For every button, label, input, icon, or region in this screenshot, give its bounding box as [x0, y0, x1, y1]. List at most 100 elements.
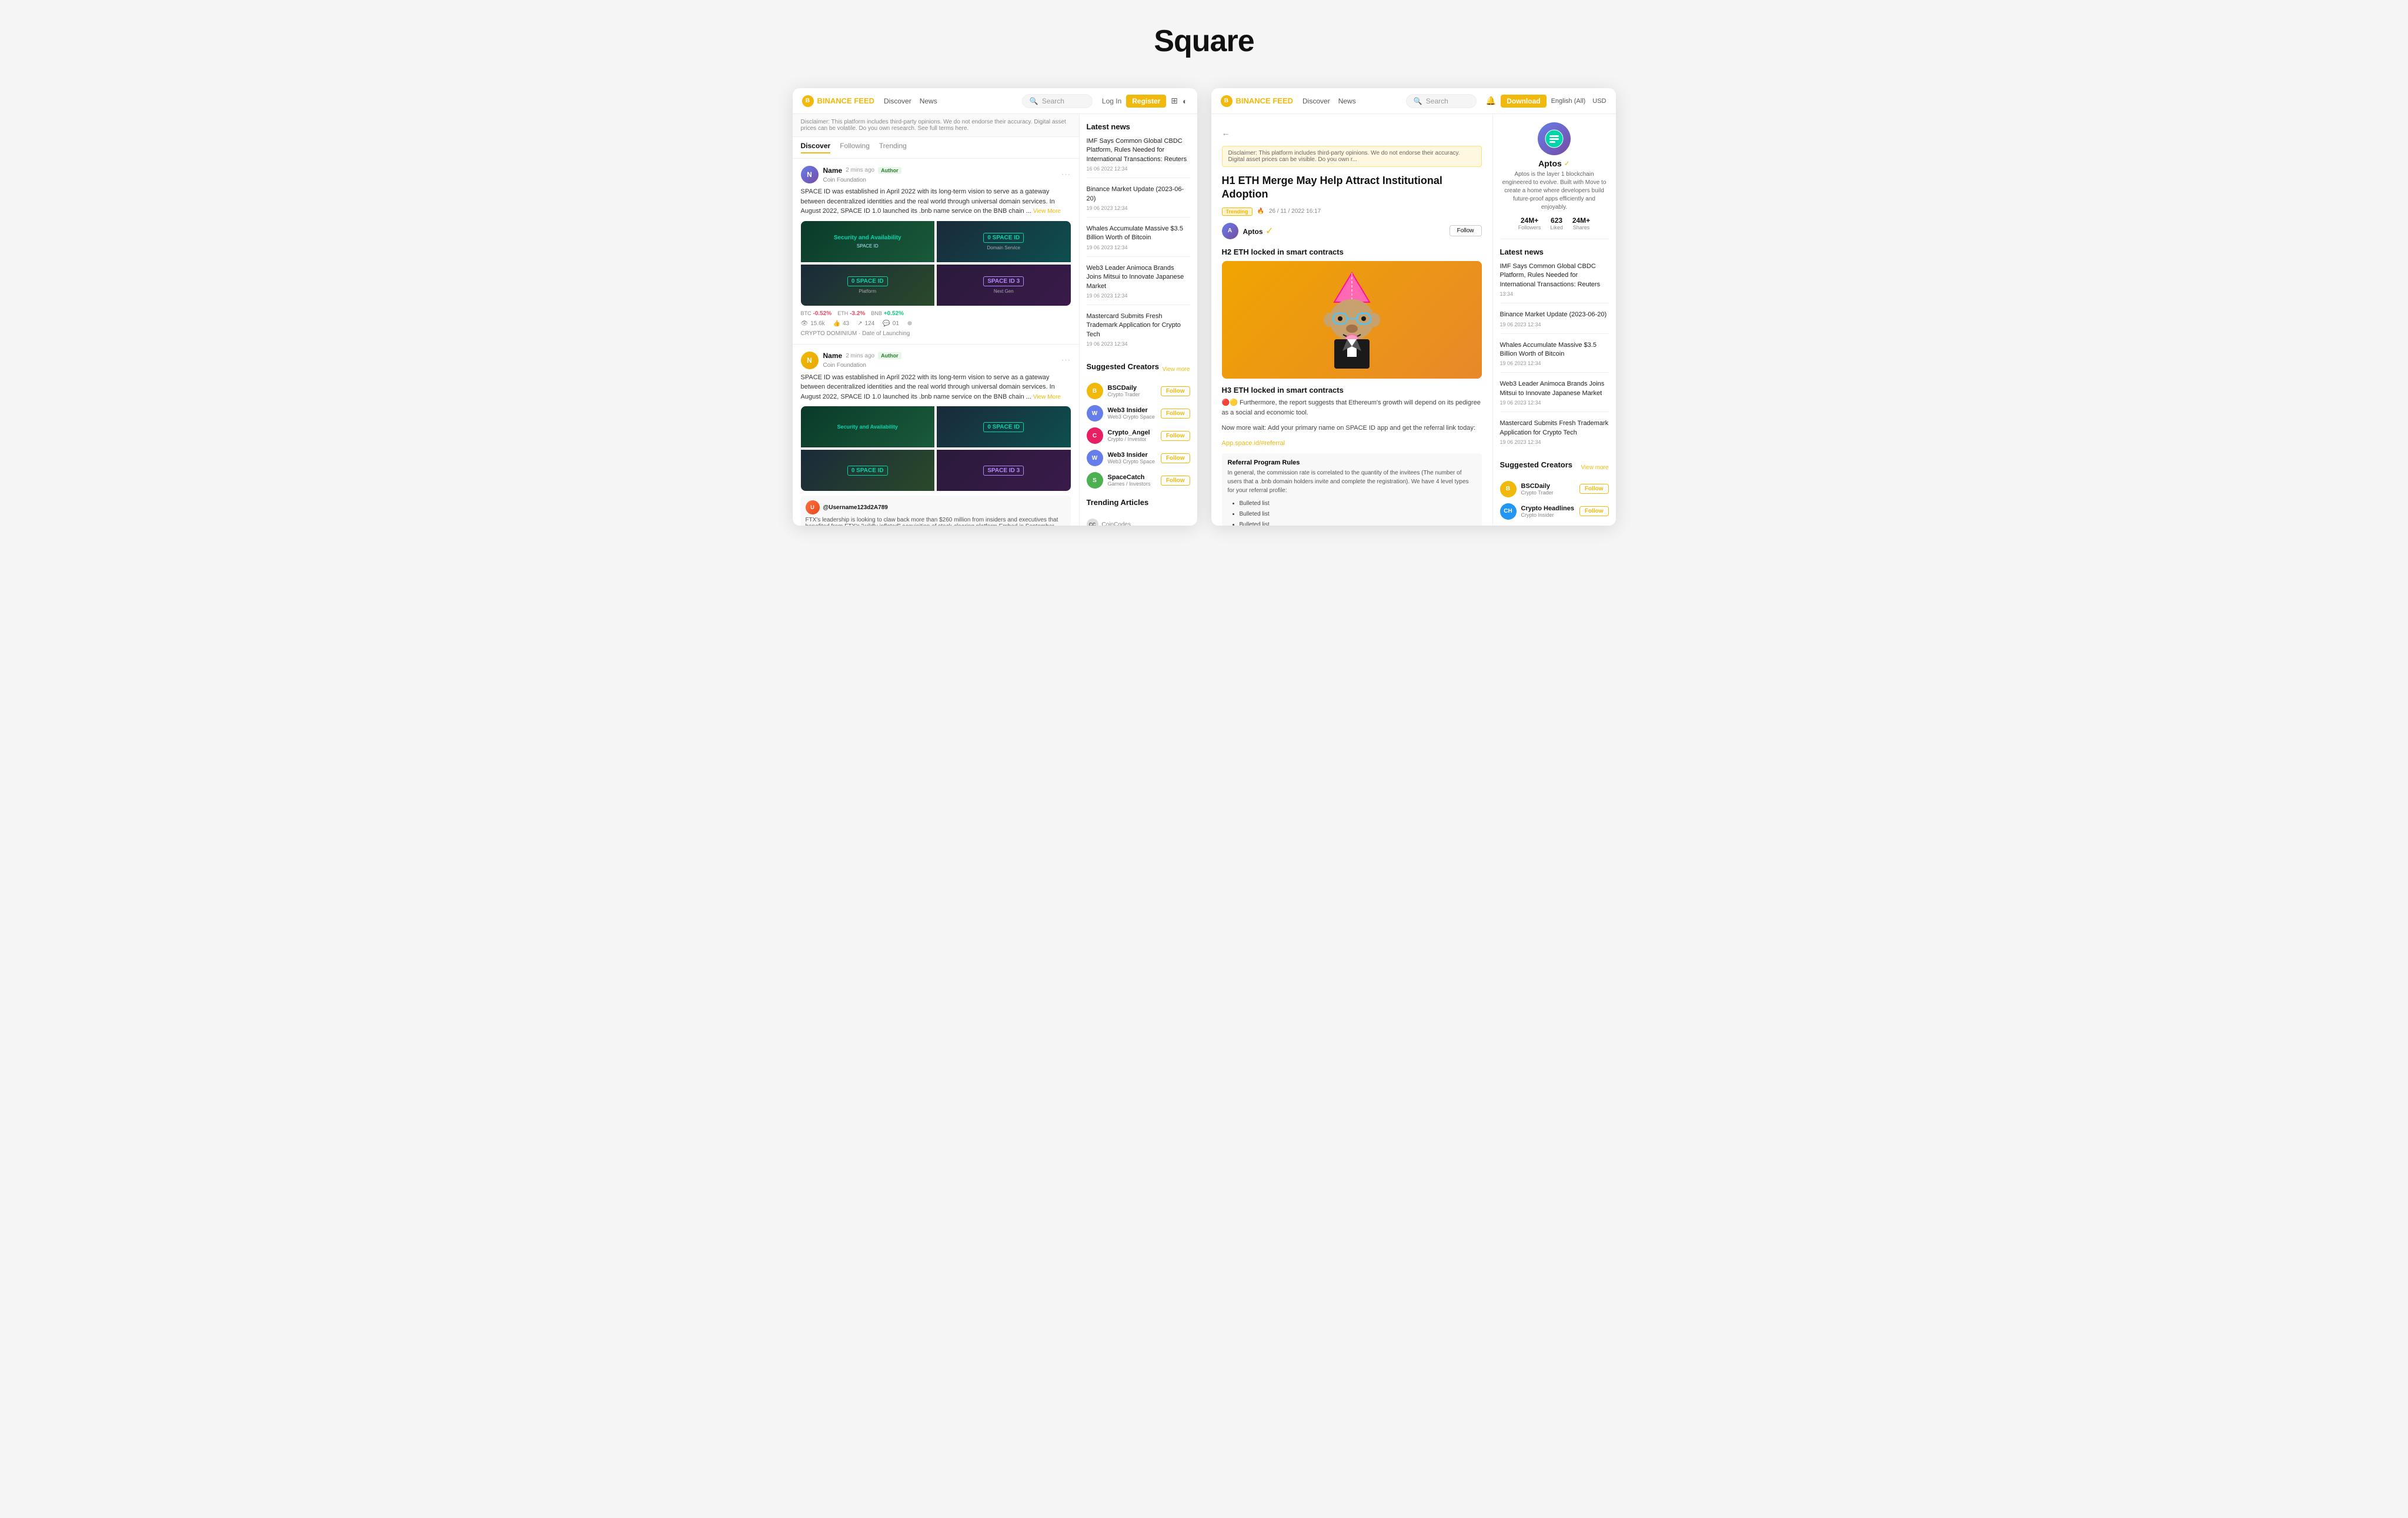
follow-button[interactable]: Follow — [1161, 453, 1190, 463]
bullet-item: Bulleted list — [1240, 520, 1476, 526]
creator-name: BSCDaily — [1108, 384, 1140, 392]
search-placeholder-text: Search — [1042, 97, 1064, 105]
post-meta: Name 2 mins ago Author Coin Foundation — [823, 166, 1057, 183]
trending-list: CC CoinCodes Understanding the Crypto Po… — [1087, 519, 1190, 526]
article-link[interactable]: App.space.id/#referral — [1222, 439, 1482, 449]
creator-desc: Web3 Crypto Space — [1108, 459, 1155, 464]
bell-icon[interactable]: 🔔 — [1486, 96, 1496, 106]
nav-news-link-right[interactable]: News — [1338, 97, 1356, 105]
post-item: N Name 2 mins ago Author Coin Foundation… — [793, 159, 1079, 345]
post-more-icon[interactable]: ··· — [1061, 355, 1071, 366]
theme-icon[interactable]: ◐ — [1183, 96, 1187, 106]
tab-discover[interactable]: Discover — [801, 142, 831, 153]
news-item: Whales Accumulate Massive $3.5 Billion W… — [1500, 341, 1609, 373]
feed-notice: Disclaimer: This platform includes third… — [793, 114, 1079, 137]
creator-desc: Crypto Insider — [1521, 512, 1574, 518]
news-title[interactable]: IMF Says Common Global CBDC Platform, Ru… — [1087, 137, 1190, 164]
article-subtitle: H2 ETH locked in smart contracts — [1222, 248, 1482, 256]
back-button[interactable]: ← — [1222, 128, 1230, 138]
register-button[interactable]: Register — [1126, 95, 1166, 108]
right-nav-actions: 🔔 Download English (All) USD — [1486, 95, 1607, 108]
login-button[interactable]: Log In — [1102, 97, 1121, 105]
news-date: 19 06 2023 12:34 — [1087, 205, 1190, 211]
news-title[interactable]: Mastercard Submits Fresh Trademark Appli… — [1500, 419, 1609, 437]
creator-desc: Crypto / Investor — [1108, 436, 1150, 442]
share-action[interactable]: ↗ 124 — [857, 320, 874, 327]
news-title[interactable]: Whales Accumulate Massive $3.5 Billion W… — [1500, 341, 1609, 359]
article-sidebar: Aptos ✓ Aptos is the layer 1 blockchain … — [1492, 114, 1616, 526]
stat-liked: 623 Liked — [1550, 216, 1563, 230]
news-item: IMF Says Common Global CBDC Platform, Ru… — [1087, 137, 1190, 178]
repost-username: @Username123d2A789 — [823, 504, 888, 511]
news-title[interactable]: Whales Accumulate Massive $3.5 Billion W… — [1087, 225, 1190, 243]
creator-name: Web3 Insider — [1108, 452, 1155, 459]
view-more-button[interactable]: View more — [1162, 366, 1190, 373]
creator-avatar: W — [1087, 450, 1103, 466]
news-title[interactable]: IMF Says Common Global CBDC Platform, Ru… — [1500, 262, 1609, 289]
post-text: SPACE ID was established in April 2022 w… — [801, 187, 1071, 216]
follow-button[interactable]: Follow — [1161, 409, 1190, 419]
creator-info: Web3 Insider Web3 Crypto Space — [1108, 452, 1155, 464]
sidebar-view-more[interactable]: View more — [1581, 464, 1608, 471]
right-screen: B BINANCE FEED Discover News 🔍 Search 🔔 … — [1211, 88, 1616, 526]
follow-button[interactable]: Follow — [1161, 386, 1190, 396]
creator-item: C Crypto_Angel Crypto / Investor Follow — [1087, 427, 1190, 444]
right-nav-search[interactable]: 🔍 Search — [1406, 94, 1477, 108]
grid-icon[interactable]: ⊞ — [1171, 96, 1178, 106]
view-action[interactable]: 👁 15.6k — [801, 320, 825, 327]
creator-item: S SpaceCatch Games / Investors Follow — [1087, 472, 1190, 489]
referral-title: Referral Program Rules — [1228, 459, 1476, 466]
view-more-link[interactable]: View More — [1033, 394, 1061, 400]
post-text: SPACE ID was established in April 2022 w… — [801, 373, 1071, 402]
search-placeholder-right: Search — [1426, 97, 1448, 105]
creator-desc: Crypto Trader — [1108, 392, 1140, 397]
news-panel: Latest news IMF Says Common Global CBDC … — [1080, 114, 1197, 526]
news-item: Mastercard Submits Fresh Trademark Appli… — [1087, 312, 1190, 353]
news-date: 19 06 2023 12:34 — [1500, 400, 1609, 406]
sidebar-creator-desc: Aptos is the layer 1 blockchain engineer… — [1500, 170, 1609, 212]
post-more-icon[interactable]: ··· — [1061, 169, 1071, 180]
feed-tabs: Discover Following Trending — [793, 137, 1079, 159]
nav-discover-link[interactable]: Discover — [884, 97, 911, 105]
news-date: 13:34 — [1500, 291, 1609, 297]
referral-box: Referral Program Rules In general, the c… — [1222, 453, 1482, 526]
like-action[interactable]: 👍 43 — [833, 320, 850, 327]
view-more-link[interactable]: View More — [1033, 208, 1061, 215]
follow-button[interactable]: Follow — [1579, 506, 1609, 516]
comment-action[interactable]: 💬 01 — [883, 320, 899, 327]
left-nav-search[interactable]: 🔍 Search — [1022, 94, 1093, 108]
currency-selector[interactable]: USD — [1592, 98, 1606, 105]
creator-info: BSCDaily Crypto Trader — [1108, 384, 1140, 397]
article-content: ← Disclaimer: This platform includes thi… — [1211, 114, 1492, 526]
creator-name: Crypto Headlines — [1521, 505, 1574, 512]
news-title[interactable]: Binance Market Update (2023-06-20) — [1087, 185, 1190, 203]
creator-name: SpaceCatch — [1108, 474, 1151, 481]
post-badge: Author — [878, 167, 901, 174]
follow-button[interactable]: Follow — [1161, 431, 1190, 441]
bookmark-action[interactable]: ⊕ — [907, 320, 912, 327]
post-image-spaceid2: 0 SPACE ID Platform — [801, 265, 935, 306]
follow-button[interactable]: Follow — [1579, 484, 1609, 494]
article-notice: Disclaimer: This platform includes third… — [1222, 146, 1482, 167]
news-date: 16 06 2022 12:34 — [1087, 166, 1190, 172]
trending-author-name: CoinCodes — [1102, 521, 1131, 526]
news-title[interactable]: Web3 Leader Animoca Brands Joins Mitsui … — [1500, 380, 1609, 398]
download-button[interactable]: Download — [1501, 95, 1546, 108]
follow-button[interactable]: Follow — [1161, 476, 1190, 486]
news-title[interactable]: Binance Market Update (2023-06-20) — [1500, 310, 1609, 319]
news-title[interactable]: Mastercard Submits Fresh Trademark Appli… — [1087, 312, 1190, 339]
lang-selector[interactable]: English (All) — [1551, 98, 1586, 105]
left-nav-links: Discover News — [884, 97, 937, 105]
nav-discover-link-right[interactable]: Discover — [1302, 97, 1330, 105]
verified-icon: ✓ — [1265, 226, 1273, 236]
tab-following[interactable]: Following — [840, 142, 870, 153]
news-date: 19 06 2023 12:34 — [1500, 360, 1609, 366]
post-source: Coin Foundation — [823, 362, 1057, 369]
btc-label: BTC — [801, 310, 811, 316]
post-badge: Author — [878, 352, 901, 359]
nav-news-link[interactable]: News — [920, 97, 937, 105]
news-title[interactable]: Web3 Leader Animoca Brands Joins Mitsui … — [1087, 264, 1190, 291]
creator-avatar: W — [1087, 405, 1103, 422]
tab-trending[interactable]: Trending — [879, 142, 907, 153]
article-follow-button[interactable]: Follow — [1450, 225, 1482, 236]
